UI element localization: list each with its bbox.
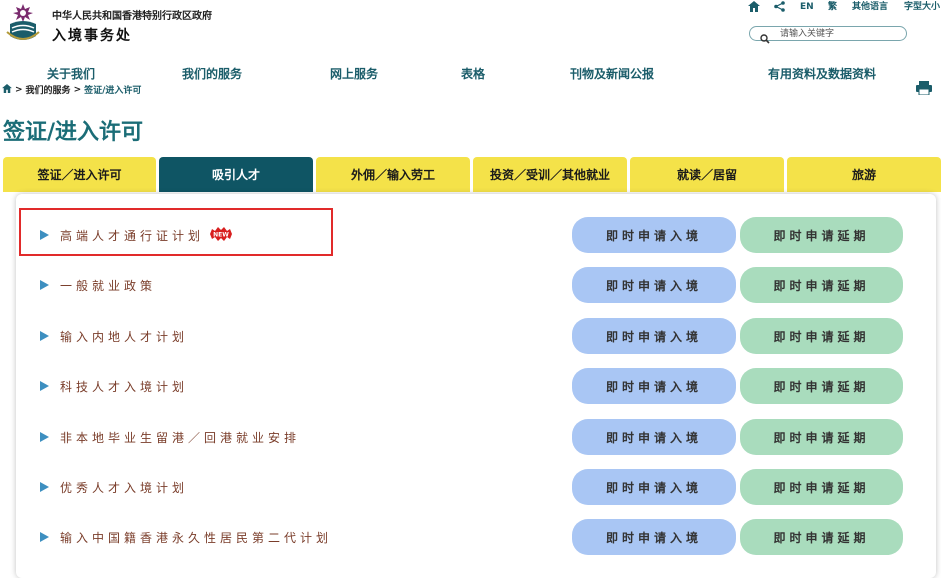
svg-text:NEW: NEW	[213, 231, 229, 238]
breadcrumb-current: 签证/进入许可	[84, 86, 142, 96]
share-icon[interactable]	[774, 0, 785, 14]
list-item-label: 高端人才通行证计划	[60, 228, 205, 243]
list-item-label: 输入中国籍香港永久性居民第二代计划	[60, 530, 333, 545]
apply-entry-button[interactable]: 即时申请入境	[572, 469, 736, 505]
triangle-right-icon	[40, 331, 49, 341]
breadcrumb-home-icon[interactable]	[2, 83, 12, 96]
tab-domestic-helpers-labour[interactable]: 外佣／输入劳工	[316, 157, 470, 192]
nav-useful-info[interactable]: 有用资料及数据资料	[768, 65, 876, 82]
print-icon[interactable]	[916, 80, 932, 96]
list-item-general-employment-policy[interactable]: 一般就业政策	[40, 276, 156, 294]
list-item-second-generation-scheme[interactable]: 输入中国籍香港永久性居民第二代计划	[40, 528, 332, 546]
lang-en-link[interactable]: EN	[800, 0, 814, 14]
nav-forms[interactable]: 表格	[461, 65, 485, 82]
immd-logo[interactable]	[4, 2, 42, 44]
apply-entry-button[interactable]: 即时申请入境	[572, 318, 736, 354]
page-title: 签证/进入许可	[3, 120, 144, 145]
nav-publications[interactable]: 刊物及新闻公报	[570, 65, 654, 82]
nav-online-services[interactable]: 网上服务	[330, 65, 378, 82]
triangle-right-icon	[40, 381, 49, 391]
list-item-label: 非本地毕业生留港／回港就业安排	[60, 430, 301, 445]
tab-study-residence[interactable]: 就读／居留	[630, 157, 784, 192]
triangle-right-icon	[40, 230, 49, 240]
breadcrumb-our-services[interactable]: 我们的服务	[26, 83, 71, 96]
department-name: 入境事务处	[52, 28, 132, 44]
list-item-quality-migrant-scheme[interactable]: 优秀人才入境计划	[40, 478, 188, 496]
apply-extension-button[interactable]: 即时申请延期	[740, 368, 903, 404]
list-item-label: 输入内地人才计划	[60, 329, 189, 344]
breadcrumb-separator: >	[73, 84, 82, 95]
apply-entry-button[interactable]: 即时申请入境	[572, 217, 736, 253]
apply-extension-button[interactable]: 即时申请延期	[740, 318, 903, 354]
home-icon[interactable]	[748, 0, 760, 14]
search-icon	[760, 29, 770, 48]
apply-extension-button[interactable]: 即时申请延期	[740, 217, 903, 253]
tab-investment-training-employment[interactable]: 投资／受训／其他就业	[473, 157, 627, 192]
apply-entry-button[interactable]: 即时申请入境	[572, 267, 736, 303]
tab-visa-entry-permit[interactable]: 签证／进入许可	[3, 157, 156, 192]
triangle-right-icon	[40, 482, 49, 492]
nav-our-services[interactable]: 我们的服务	[182, 65, 242, 82]
breadcrumb: > 我们的服务 > 签证/进入许可	[2, 83, 141, 96]
tab-travel[interactable]: 旅游	[787, 157, 941, 192]
triangle-right-icon	[40, 532, 49, 542]
search-box[interactable]	[749, 26, 907, 44]
list-item-mainland-talents-scheme[interactable]: 输入内地人才计划	[40, 327, 188, 345]
search-input[interactable]	[780, 27, 900, 40]
apply-entry-button[interactable]: 即时申请入境	[572, 368, 736, 404]
government-name: 中华人民共和国香港特别行政区政府	[52, 11, 212, 22]
list-item-non-local-graduates[interactable]: 非本地毕业生留港／回港就业安排	[40, 428, 300, 446]
new-badge: NEW	[208, 226, 234, 245]
list-item-label: 一般就业政策	[60, 278, 157, 293]
list-item-technology-talent-scheme[interactable]: 科技人才入境计划	[40, 377, 188, 395]
apply-entry-button[interactable]: 即时申请入境	[572, 519, 736, 555]
list-item-label: 科技人才入境计划	[60, 379, 189, 394]
triangle-right-icon	[40, 432, 49, 442]
list-item-label: 优秀人才入境计划	[60, 480, 189, 495]
apply-extension-button[interactable]: 即时申请延期	[740, 469, 903, 505]
list-item-top-talent-pass[interactable]: 高端人才通行证计划 NEW	[40, 226, 234, 244]
nav-about-us[interactable]: 关于我们	[47, 65, 95, 82]
other-languages-link[interactable]: 其他语言	[852, 0, 888, 14]
font-size-link[interactable]: 字型大小	[904, 0, 940, 14]
breadcrumb-separator: >	[15, 84, 23, 95]
triangle-right-icon	[40, 280, 49, 290]
apply-extension-button[interactable]: 即时申请延期	[740, 419, 903, 455]
tab-talent-admission[interactable]: 吸引人才	[159, 157, 313, 192]
apply-entry-button[interactable]: 即时申请入境	[572, 419, 736, 455]
apply-extension-button[interactable]: 即时申请延期	[740, 267, 903, 303]
apply-extension-button[interactable]: 即时申请延期	[740, 519, 903, 555]
lang-trad-link[interactable]: 繁	[828, 0, 837, 14]
